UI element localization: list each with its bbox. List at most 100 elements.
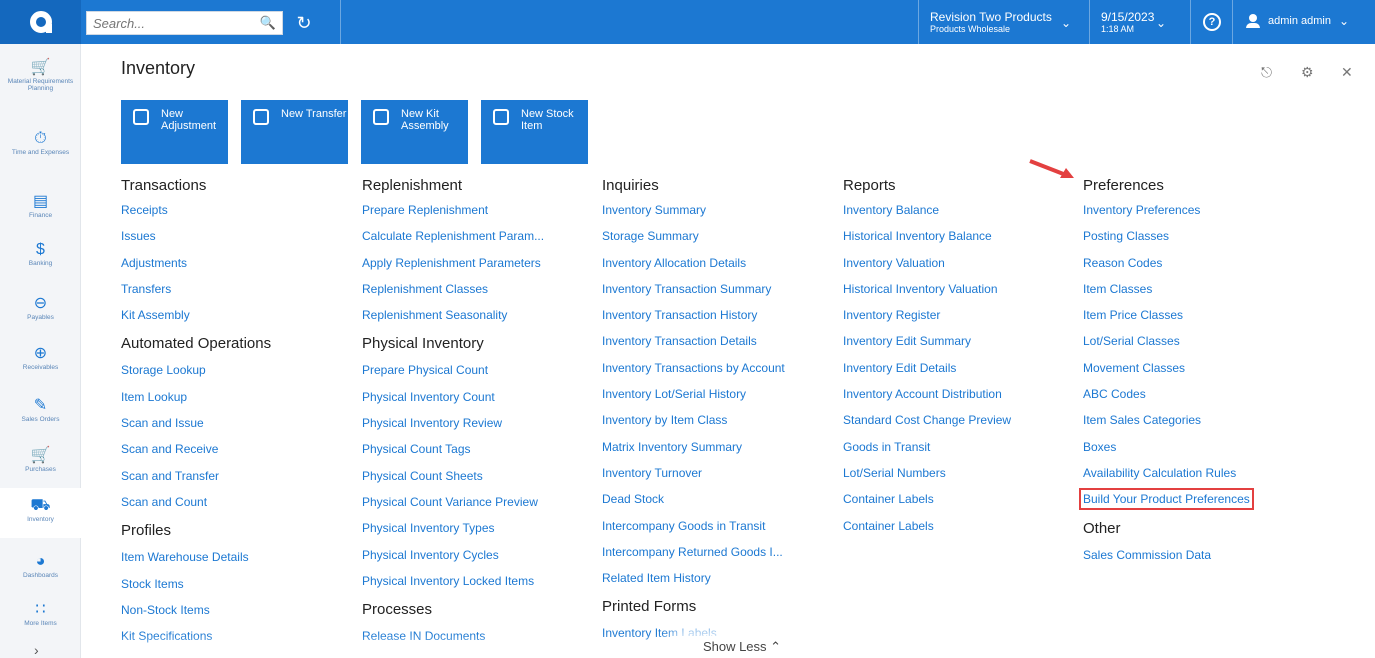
menu-link[interactable]: Build Your Product Preferences — [1079, 486, 1254, 512]
menu-link[interactable]: Issues — [121, 223, 271, 249]
menu-link[interactable]: Inventory Transaction History — [602, 302, 785, 328]
menu-link[interactable]: Goods in Transit — [843, 434, 1011, 460]
menu-link[interactable]: Container Labels — [843, 513, 1011, 539]
menu-link[interactable]: Availability Calculation Rules — [1083, 460, 1250, 486]
menu-link[interactable]: Storage Summary — [602, 223, 785, 249]
menu-link[interactable]: Matrix Inventory Summary — [602, 434, 785, 460]
menu-link[interactable]: Physical Count Variance Preview — [362, 489, 544, 515]
menu-link[interactable]: Reason Codes — [1083, 250, 1250, 276]
menu-link[interactable]: Inventory Summary — [602, 197, 785, 223]
help-icon[interactable]: ? — [1203, 13, 1221, 31]
menu-link[interactable]: Posting Classes — [1083, 223, 1250, 249]
menu-link[interactable]: Item Lookup — [121, 384, 271, 410]
menu-link[interactable]: Physical Inventory Count — [362, 384, 544, 410]
menu-link[interactable]: Inventory Lot/Serial History — [602, 381, 785, 407]
menu-link[interactable]: Calculate Replenishment Param... — [362, 223, 544, 249]
menu-link[interactable]: Item Classes — [1083, 276, 1250, 302]
menu-link[interactable]: Prepare Physical Count — [362, 357, 544, 383]
search-input[interactable] — [87, 12, 247, 34]
new-transfer-tile[interactable]: New Transfer — [241, 100, 348, 164]
menu-link[interactable]: Inventory Preferences — [1083, 197, 1250, 223]
menu-link[interactable]: Inventory Transaction Details — [602, 328, 785, 354]
menu-link[interactable]: Apply Replenishment Parameters — [362, 250, 544, 276]
menu-link[interactable]: ABC Codes — [1083, 381, 1250, 407]
menu-link[interactable]: Adjustments — [121, 250, 271, 276]
menu-link[interactable]: Scan and Receive — [121, 436, 271, 462]
menu-link[interactable]: Inventory Valuation — [843, 250, 1011, 276]
menu-link[interactable]: Scan and Issue — [121, 410, 271, 436]
menu-link[interactable]: Storage Lookup — [121, 357, 271, 383]
sidebar-item-inventory[interactable]: ⛟ Inventory — [0, 488, 81, 538]
menu-link[interactable]: Physical Inventory Types — [362, 515, 544, 541]
sidebar-item-sales-orders[interactable]: ✎ Sales Orders — [0, 396, 81, 423]
menu-link[interactable]: Item Sales Categories — [1083, 407, 1250, 433]
show-less-button[interactable]: Show Less ⌃ — [672, 636, 812, 658]
menu-link[interactable]: Item Price Classes — [1083, 302, 1250, 328]
menu-link[interactable]: Inventory Edit Details — [843, 355, 1011, 381]
sidebar-item-finance[interactable]: ▤ Finance — [0, 192, 81, 219]
menu-link[interactable]: Historical Inventory Valuation — [843, 276, 1011, 302]
menu-link[interactable]: Inventory Turnover — [602, 460, 785, 486]
menu-link[interactable]: Non-Stock Items — [121, 597, 271, 623]
menu-link[interactable]: Inventory Edit Summary — [843, 328, 1011, 354]
menu-link[interactable]: Inventory Account Distribution — [843, 381, 1011, 407]
chevron-right-icon[interactable]: › — [34, 642, 39, 658]
menu-link[interactable]: Historical Inventory Balance — [843, 223, 1011, 249]
menu-link[interactable]: Stock Items — [121, 571, 271, 597]
menu-link[interactable]: Intercompany Returned Goods I... — [602, 539, 785, 565]
menu-link[interactable]: Related Item History — [602, 565, 785, 591]
menu-link[interactable]: Inventory by Item Class — [602, 407, 785, 433]
sidebar-item-payables[interactable]: ⊖ Payables — [0, 294, 81, 321]
menu-link[interactable]: Dead Stock — [602, 486, 785, 512]
menu-link[interactable]: Transfers — [121, 276, 271, 302]
menu-link[interactable]: Physical Count Tags — [362, 436, 544, 462]
gear-icon[interactable]: ⚙ — [1301, 64, 1314, 81]
sidebar-item-more-items[interactable]: ∷ More Items — [0, 600, 81, 627]
menu-link[interactable]: Replenishment Seasonality — [362, 302, 544, 328]
search-box[interactable]: 🔍 — [86, 11, 283, 35]
history-icon[interactable]: ↻ — [291, 10, 317, 36]
menu-link[interactable]: Boxes — [1083, 434, 1250, 460]
menu-link[interactable]: Scan and Count — [121, 489, 271, 515]
menu-link[interactable]: Kit Assembly — [121, 302, 271, 328]
section-heading: Replenishment — [362, 177, 463, 194]
date-selector[interactable]: 9/15/2023 1:18 AM ⌄ — [1101, 10, 1166, 34]
menu-link[interactable]: Intercompany Goods in Transit — [602, 513, 785, 539]
sidebar-item-banking[interactable]: $ Banking — [0, 240, 81, 267]
new-stock-item-tile[interactable]: New Stock Item — [481, 100, 588, 164]
sidebar-item-dashboards[interactable]: ◕ Dashboards — [0, 552, 81, 579]
sidebar-item-receivables[interactable]: ⊕ Receivables — [0, 344, 81, 371]
menu-link[interactable]: Inventory Transactions by Account — [602, 355, 785, 381]
menu-link[interactable]: Physical Count Sheets — [362, 463, 544, 489]
user-menu[interactable]: admin admin ⌄ — [1246, 14, 1349, 28]
menu-link[interactable]: Inventory Allocation Details — [602, 250, 785, 276]
highlighted-link[interactable]: Build Your Product Preferences — [1079, 488, 1254, 511]
search-icon[interactable]: 🔍 — [260, 15, 276, 31]
menu-link[interactable]: Sales Commission Data — [1083, 542, 1250, 568]
sidebar-item-time-expenses[interactable]: ⏱ Time and Expenses — [0, 129, 81, 156]
menu-link[interactable]: Replenishment Classes — [362, 276, 544, 302]
menu-link[interactable]: Receipts — [121, 197, 271, 223]
new-adjustment-tile[interactable]: New Adjustment — [121, 100, 228, 164]
sidebar-item-mrp[interactable]: 🛒 Material Requirements Planning — [0, 58, 81, 92]
menu-link[interactable]: Inventory Balance — [843, 197, 1011, 223]
pin-icon[interactable]: ⎋ — [1261, 64, 1272, 81]
menu-link[interactable]: Scan and Transfer — [121, 463, 271, 489]
new-kit-assembly-tile[interactable]: New Kit Assembly — [361, 100, 468, 164]
menu-link[interactable]: Item Warehouse Details — [121, 544, 271, 570]
menu-link[interactable]: Container Labels — [843, 486, 1011, 512]
close-icon[interactable]: ✕ — [1341, 64, 1353, 81]
menu-link[interactable]: Physical Inventory Review — [362, 410, 544, 436]
menu-link[interactable]: Lot/Serial Classes — [1083, 328, 1250, 354]
menu-link[interactable]: Standard Cost Change Preview — [843, 407, 1011, 433]
sidebar-item-purchases[interactable]: 🛒 Purchases — [0, 446, 81, 473]
menu-link[interactable]: Prepare Replenishment — [362, 197, 544, 223]
company-selector[interactable]: Revision Two Products Products Wholesale… — [930, 10, 1071, 34]
menu-link[interactable]: Inventory Register — [843, 302, 1011, 328]
menu-link[interactable]: Lot/Serial Numbers — [843, 460, 1011, 486]
menu-link[interactable]: Inventory Transaction Summary — [602, 276, 785, 302]
menu-link[interactable]: Physical Inventory Locked Items — [362, 568, 544, 594]
menu-link[interactable]: Movement Classes — [1083, 355, 1250, 381]
menu-link[interactable]: Physical Inventory Cycles — [362, 542, 544, 568]
app-logo[interactable] — [0, 0, 81, 44]
